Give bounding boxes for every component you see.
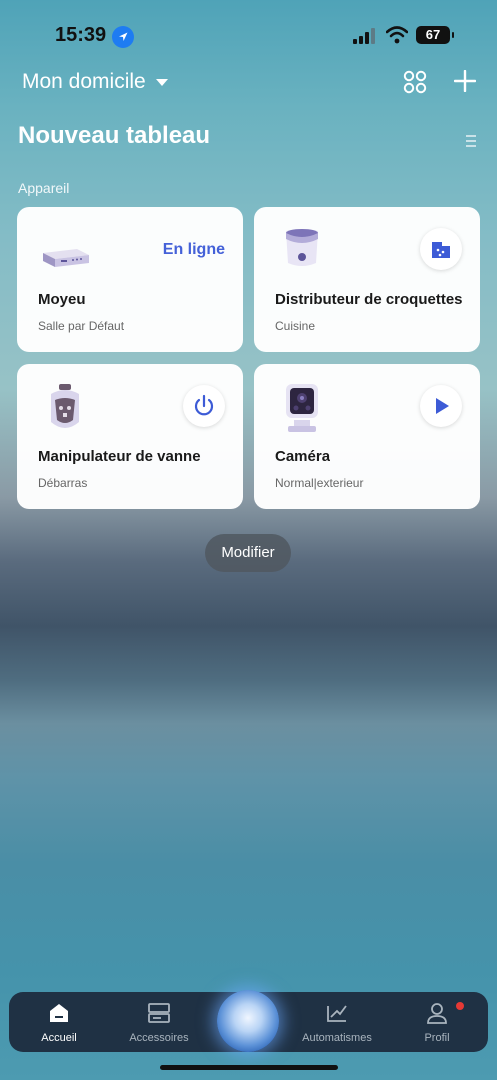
device-card-camera[interactable]: Caméra Normal|exterieur [254, 364, 480, 509]
camera-device-image [286, 384, 318, 432]
play-button[interactable] [420, 385, 462, 427]
status-bar: 15:39 67 [0, 0, 497, 72]
automations-icon [327, 1005, 347, 1022]
board-title: Nouveau tableau [18, 122, 211, 149]
menu-icon[interactable] [465, 134, 477, 148]
device-card-valve[interactable]: Manipulateur de vanne Débarras [17, 364, 243, 509]
tab-profile[interactable]: Profil [392, 992, 482, 1052]
device-room: Débarras [38, 476, 88, 490]
tab-label: Accueil [41, 1032, 77, 1044]
device-room: Normal|exterieur [275, 476, 364, 490]
app-header: Mon domicile [0, 64, 497, 100]
section-label: Appareil [18, 180, 70, 196]
assistant-orb-button[interactable] [217, 990, 279, 1052]
grid-view-icon[interactable] [403, 70, 427, 94]
tab-accessories[interactable]: Accessoires [114, 992, 204, 1052]
status-time: 15:39 [55, 24, 107, 46]
location-arrow-icon [112, 26, 134, 48]
device-room: Cuisine [275, 319, 316, 333]
device-name: Manipulateur de vanne [38, 448, 201, 465]
add-icon[interactable] [454, 70, 476, 92]
device-room: Salle par Défaut [38, 319, 125, 333]
tab-label: Profil [424, 1032, 450, 1044]
tab-label: Accessoires [129, 1032, 189, 1044]
device-name: Moyeu [38, 291, 86, 308]
home-name: Mon domicile [22, 70, 146, 93]
modify-button[interactable]: Modifier [205, 534, 291, 572]
feeder-device-image [286, 229, 318, 266]
cellular-signal-icon [353, 28, 375, 44]
device-card-hub[interactable]: En ligne Moyeu Salle par Défaut [17, 207, 243, 352]
device-name: Distributeur de croquettes [275, 291, 463, 308]
home-indicator[interactable] [160, 1065, 338, 1070]
hub-device-image [43, 249, 89, 267]
battery-indicator: 67 [416, 26, 454, 44]
chevron-down-icon [155, 78, 168, 86]
valve-device-image [51, 384, 79, 428]
power-icon [194, 394, 214, 416]
power-button[interactable] [183, 385, 225, 427]
home-selector[interactable]: Mon domicile [22, 70, 168, 94]
notification-dot [456, 1002, 464, 1010]
home-icon [50, 1004, 68, 1022]
device-name: Caméra [275, 448, 331, 465]
wifi-icon [386, 26, 408, 44]
profile-icon [427, 1003, 447, 1024]
feed-icon [432, 242, 450, 258]
device-card-feeder[interactable]: Distributeur de croquettes Cuisine [254, 207, 480, 352]
device-status-online: En ligne [162, 241, 225, 258]
play-icon [436, 398, 449, 414]
tab-home[interactable]: Accueil [14, 992, 104, 1052]
tab-automations[interactable]: Automatismes [292, 992, 382, 1052]
tab-label: Automatismes [302, 1032, 372, 1044]
feed-button[interactable] [420, 228, 462, 270]
accessories-icon [148, 1003, 170, 1023]
